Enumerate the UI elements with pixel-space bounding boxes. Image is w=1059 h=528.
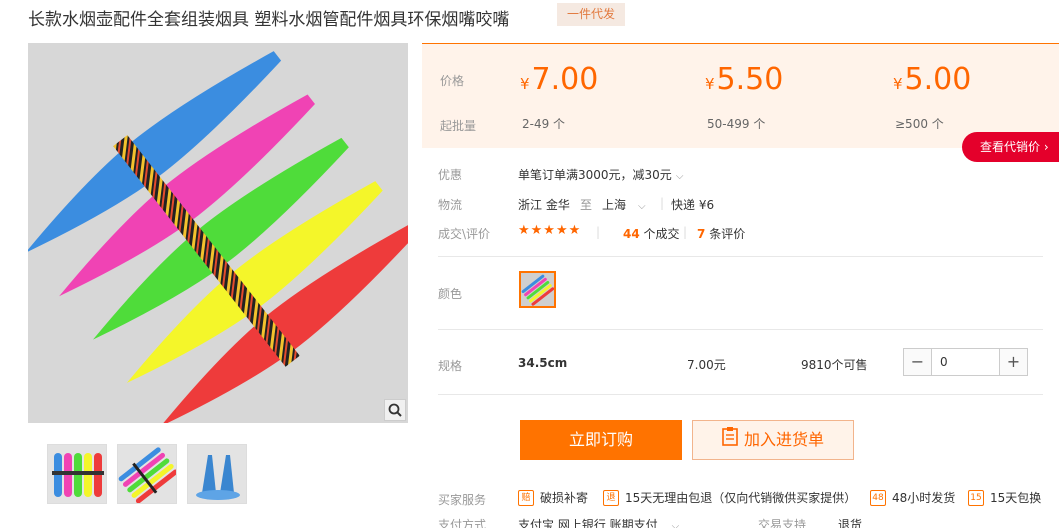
thumbnail-strip [47, 444, 247, 504]
clipboard-icon [722, 422, 738, 460]
logistics-destination[interactable]: 上海 ⌵ [602, 196, 646, 213]
spec-label: 规格 [438, 359, 463, 373]
divider-bar: | [596, 225, 601, 239]
spec-price: 7.00元 [687, 358, 726, 372]
shipping-48h-icon: 48 [870, 489, 886, 506]
chevron-down-icon: ⌵ [671, 521, 680, 528]
color-swatch-selected[interactable] [519, 271, 556, 308]
services-label: 买家服务 [438, 493, 487, 507]
logistics-to: 至 [580, 198, 593, 212]
thumbnail-3[interactable] [187, 444, 247, 504]
trade-support-label: 交易支持 [758, 518, 807, 528]
price-label: 价格 [440, 74, 465, 88]
price-tier-2: ¥5.50 [705, 62, 784, 97]
thumbnail-1[interactable] [47, 444, 107, 504]
trade-support-value: 退货 [838, 518, 863, 528]
discount-label: 优惠 [438, 168, 463, 182]
divider-bar: | [660, 196, 665, 210]
main-product-image[interactable] [28, 43, 408, 423]
price-tier-1: ¥7.00 [520, 62, 599, 97]
spec-stock: 9810个可售 [801, 358, 868, 372]
decrement-button[interactable]: − [904, 349, 931, 375]
spec-name: 34.5cm [518, 356, 568, 370]
payment-methods[interactable]: 支付宝 网上银行 账期支付 ⌵ [518, 516, 679, 528]
price-tier-3: ¥5.00 [893, 62, 972, 97]
min-qty-label: 起批量 [440, 119, 477, 133]
service-item: 退 15天无理由包退（仅向代销微供买家提供） [603, 489, 856, 506]
damage-compensation-icon: 赔 [518, 489, 534, 506]
service-item: 赔破损补寄 [518, 489, 588, 506]
express-fee: 快递 ¥6 [671, 198, 715, 212]
deal-count[interactable]: 44 个成交 [623, 225, 680, 242]
logistics-label: 物流 [438, 198, 463, 212]
add-to-cart-button[interactable]: 加入进货单 [692, 420, 854, 460]
logistics-origin: 浙江 金华 [518, 198, 570, 212]
price-panel: 价格 起批量 ¥7.00 ¥5.50 ¥5.00 2-49 个 50-499 个… [422, 43, 1059, 148]
dropship-badge: 一件代发 [557, 3, 625, 26]
chevron-right-icon: › [1043, 140, 1049, 154]
divider [438, 394, 1043, 395]
chevron-down-icon: ⌵ [638, 201, 646, 212]
view-agent-price-button[interactable]: 查看代销价 › [962, 132, 1059, 162]
service-item: 48 48小时发货 [870, 489, 955, 506]
quantity-stepper: − 0 + [903, 348, 1028, 376]
qty-tier-3: ≥500 个 [895, 117, 944, 131]
rating-stars-icon: ★★★★★ [518, 223, 582, 238]
quantity-input[interactable]: 0 [931, 349, 1000, 375]
thumbnail-2[interactable] [117, 444, 177, 504]
chevron-down-icon: ⌵ [675, 171, 684, 182]
divider-bar: | [683, 225, 688, 239]
discount-value[interactable]: 单笔订单满3000元，减30元 ⌵ [518, 166, 683, 183]
divider [438, 256, 1043, 257]
divider [438, 329, 1043, 330]
hookah-mouthpieces-illustration [28, 51, 408, 423]
increment-button[interactable]: + [1000, 349, 1027, 375]
qty-tier-2: 50-499 个 [707, 117, 766, 131]
product-title: 长款水烟壶配件全套组装烟具 塑料水烟管配件烟具环保烟嘴咬嘴 [28, 10, 510, 30]
exchange-15d-icon: 15 [968, 489, 984, 506]
return-icon: 退 [603, 489, 619, 506]
qty-tier-1: 2-49 个 [522, 117, 566, 131]
deals-label: 成交\评价 [438, 227, 491, 241]
buy-now-button[interactable]: 立即订购 [520, 420, 682, 460]
service-item: 15 15天包换 [968, 489, 1041, 506]
review-count[interactable]: 7 条评价 [697, 225, 745, 242]
zoom-icon[interactable] [384, 399, 406, 421]
payment-label: 支付方式 [438, 518, 487, 528]
color-label: 颜色 [438, 287, 463, 301]
